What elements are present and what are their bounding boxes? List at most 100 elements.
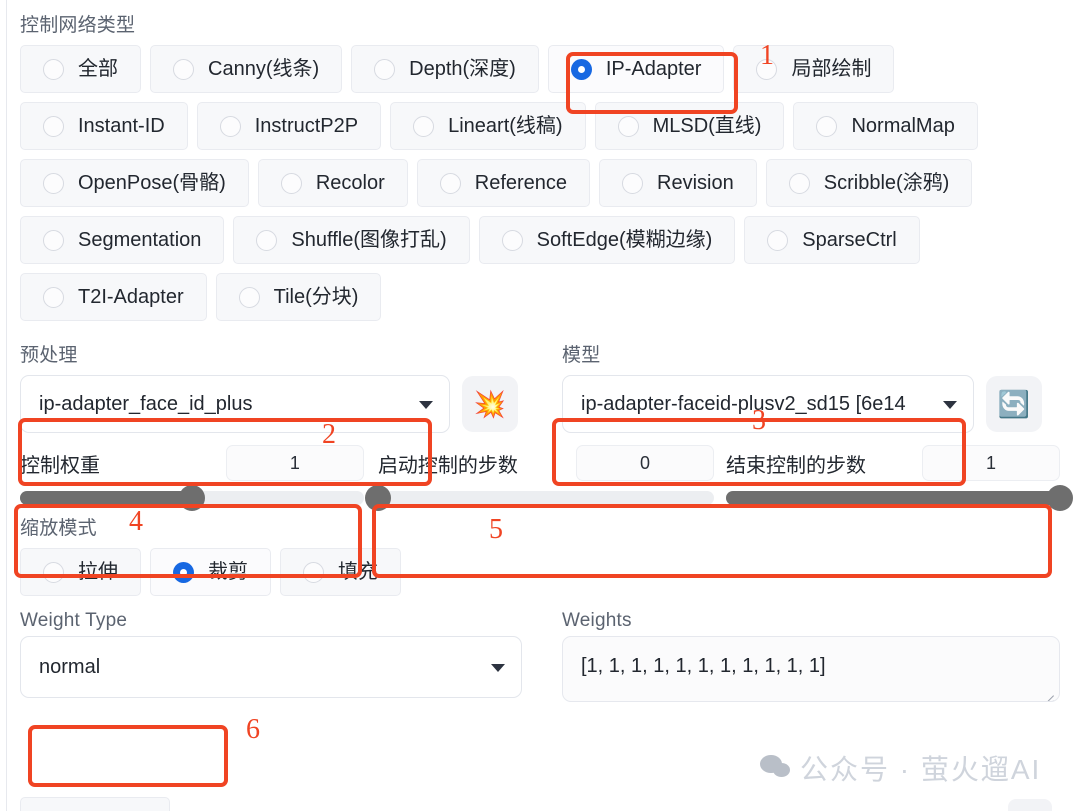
resize-mode-option[interactable]: 填充 (280, 548, 401, 596)
weight-type-label: Weight Type (20, 610, 128, 631)
radio-unselected-icon[interactable] (43, 561, 64, 583)
radio-unselected-icon[interactable] (617, 115, 639, 137)
radio-unselected-icon[interactable] (622, 172, 644, 194)
control-type-option-label: MLSD(直线) (652, 115, 762, 137)
slider-number-input[interactable]: 1 (922, 445, 1060, 481)
control-type-option-label: Scribble(涂鸦) (823, 172, 950, 194)
weights-column: Weights [1, 1, 1, 1, 1, 1, 1, 1, 1, 1, 1… (540, 605, 1060, 702)
control-type-option[interactable]: Lineart(线稿) (390, 102, 586, 150)
control-type-option-label: SoftEdge(模糊边缘) (536, 229, 713, 251)
bottom-clipped-icon-button[interactable] (1008, 799, 1052, 811)
watermark: 公众号 · 萤火遛AI (760, 748, 1041, 788)
control-type-row: Segmentation Shuffle(图像打乱) SoftEdge(模糊边缘) S… (20, 216, 1060, 264)
control-type-option-label: Lineart(线稿) (448, 115, 563, 137)
radio-unselected-icon[interactable] (219, 115, 241, 137)
radio-unselected-icon[interactable] (439, 172, 461, 194)
radio-unselected-icon[interactable] (43, 229, 64, 251)
preprocessor-select[interactable]: ip-adapter_face_id_plus (20, 375, 450, 433)
control-type-option[interactable]: Depth(深度) (351, 45, 539, 93)
control-type-option[interactable]: Scribble(涂鸦) (765, 159, 973, 207)
slider-thumb[interactable] (364, 485, 391, 511)
radio-unselected-icon[interactable] (788, 172, 810, 194)
slider-label: 控制权重 (20, 454, 100, 477)
refresh-models-button[interactable]: 🔄 (986, 376, 1042, 432)
control-type-option-label: IP-Adapter (605, 58, 702, 80)
control-type-option-label: T2I-Adapter (78, 286, 184, 308)
control-type-option-label: Depth(深度) (409, 58, 516, 80)
control-type-option-label: Shuffle(图像打乱) (291, 229, 447, 251)
resize-mode-option[interactable]: 裁剪 (150, 548, 271, 596)
run-preprocessor-button[interactable]: 💥 (462, 376, 518, 432)
radio-unselected-icon[interactable] (238, 286, 260, 308)
radio-unselected-icon[interactable] (767, 229, 789, 251)
control-type-option-label: Instant-ID (78, 115, 165, 137)
slider-thumb[interactable] (178, 485, 205, 511)
resize-mode-option-label: 拉伸 (78, 561, 118, 583)
slider-control: 控制权重 1 (20, 445, 364, 511)
control-type-option[interactable]: OpenPose(骨骼) (20, 159, 249, 207)
control-type-option[interactable]: InstructP2P (196, 102, 382, 150)
control-type-section-label: 控制网络类型 (20, 15, 136, 36)
preprocessor-label: 预处理 (20, 345, 78, 366)
slider-header: 启动控制的步数 0 (378, 445, 714, 481)
slider-control: 结束控制的步数 1 (725, 445, 1073, 511)
model-column: 模型 ip-adapter-faceid-plusv2_sd15 [6e14 🔄 (540, 330, 1060, 433)
weights-textarea[interactable]: [1, 1, 1, 1, 1, 1, 1, 1, 1, 1, 1] (562, 636, 1060, 702)
control-type-option[interactable]: NormalMap (793, 102, 978, 150)
slider-track[interactable] (20, 485, 364, 511)
slider-group: 控制权重 1 启动控制的步数 0 结束控制的步数 1 (20, 445, 1073, 511)
weight-type-select[interactable]: normal (20, 636, 522, 698)
slider-track[interactable] (364, 485, 714, 511)
model-select[interactable]: ip-adapter-faceid-plusv2_sd15 [6e14 (562, 375, 974, 433)
control-type-option[interactable]: 局部绘制 (733, 45, 895, 93)
panel-content: 控制网络类型 全部 Canny(线条) Depth(深度) IP-Adapter 局部绘… (20, 0, 1073, 702)
control-type-option[interactable]: Instant-ID (20, 102, 188, 150)
radio-unselected-icon[interactable] (816, 115, 838, 137)
radio-selected-icon[interactable] (173, 561, 194, 583)
radio-selected-icon[interactable] (570, 58, 592, 80)
control-type-option-label: Reference (474, 172, 568, 194)
control-type-option[interactable]: MLSD(直线) (594, 102, 785, 150)
control-type-option[interactable]: Reference (416, 159, 591, 207)
control-type-option[interactable]: Tile(分块) (215, 273, 382, 321)
resize-mode-option[interactable]: 拉伸 (20, 548, 141, 596)
weights-value: [1, 1, 1, 1, 1, 1, 1, 1, 1, 1, 1] (581, 655, 826, 677)
radio-unselected-icon[interactable] (43, 58, 64, 80)
slider-thumb[interactable] (1047, 485, 1073, 511)
model-value: ip-adapter-faceid-plusv2_sd15 [6e14 (581, 392, 906, 415)
bottom-clipped-chip[interactable] (20, 797, 170, 811)
control-type-option[interactable]: IP-Adapter (547, 45, 725, 93)
radio-unselected-icon[interactable] (501, 229, 523, 251)
control-type-option[interactable]: SoftEdge(模糊边缘) (478, 216, 736, 264)
controlnet-panel: 控制网络类型 全部 Canny(线条) Depth(深度) IP-Adapter 局部绘… (0, 0, 1080, 811)
slider-fill (725, 491, 1060, 505)
slider-number-input[interactable]: 1 (225, 445, 364, 481)
radio-unselected-icon[interactable] (43, 115, 64, 137)
control-type-option[interactable]: Canny(线条) (150, 45, 343, 93)
control-type-option[interactable]: T2I-Adapter (20, 273, 207, 321)
slider-track[interactable] (725, 485, 1073, 511)
radio-unselected-icon[interactable] (756, 58, 778, 80)
annotation-number-6: 6 (246, 714, 260, 745)
control-type-row: Instant-ID InstructP2P Lineart(线稿) MLSD(直线)… (20, 102, 1060, 150)
control-type-option[interactable]: Segmentation (20, 216, 225, 264)
radio-unselected-icon[interactable] (43, 172, 64, 194)
control-type-option[interactable]: Recolor (257, 159, 408, 207)
radio-unselected-icon[interactable] (413, 115, 435, 137)
radio-unselected-icon[interactable] (374, 58, 396, 80)
radio-unselected-icon[interactable] (43, 286, 64, 308)
control-type-option[interactable]: SparseCtrl (744, 216, 920, 264)
radio-unselected-icon[interactable] (280, 172, 302, 194)
control-type-option[interactable]: Revision (599, 159, 757, 207)
control-type-option[interactable]: 全部 (20, 45, 141, 93)
slider-number-input[interactable]: 0 (575, 445, 714, 481)
radio-unselected-icon[interactable] (256, 229, 278, 251)
control-type-option[interactable]: Shuffle(图像打乱) (233, 216, 470, 264)
preprocessor-field-row: ip-adapter_face_id_plus 💥 (20, 375, 540, 433)
chevron-down-icon (419, 401, 433, 409)
control-type-option-label: InstructP2P (254, 115, 359, 137)
radio-unselected-icon[interactable] (173, 58, 194, 80)
radio-unselected-icon[interactable] (303, 561, 324, 583)
resize-grip-icon[interactable] (1042, 685, 1054, 701)
slider-header: 结束控制的步数 1 (726, 445, 1060, 481)
